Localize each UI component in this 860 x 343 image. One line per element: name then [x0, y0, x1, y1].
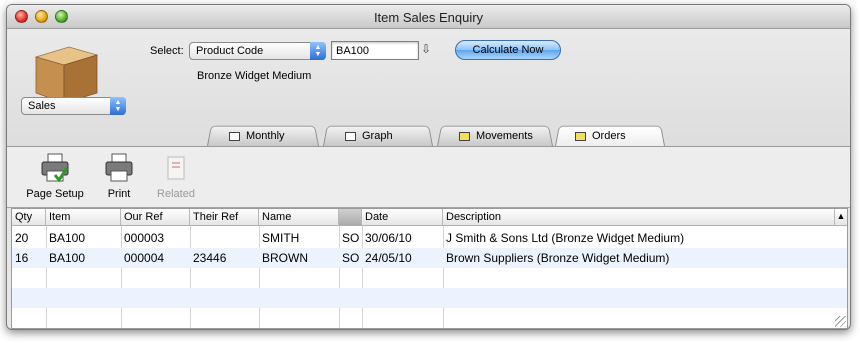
cell-qty: 16 — [15, 251, 29, 265]
item-description: Bronze Widget Medium — [197, 70, 312, 82]
table-row[interactable]: 20 BA100 000003 SMITH SO 30/06/10 J Smit… — [12, 228, 847, 248]
popup-arrows-icon: ▲ ▼ — [310, 42, 326, 60]
column-header-name[interactable]: Name — [259, 209, 339, 226]
product-code-field[interactable]: BA100 — [331, 41, 419, 60]
table-row[interactable]: 16 BA100 000004 23446 BROWN SO 24/05/10 … — [12, 248, 847, 268]
column-header-our-ref[interactable]: Our Ref — [121, 209, 190, 226]
lookup-arrow-icon[interactable]: ⇩ — [421, 42, 431, 56]
cell-date: 24/05/10 — [365, 251, 412, 265]
cell-our-ref: 000004 — [124, 251, 165, 265]
calendar-icon — [229, 131, 240, 141]
item-sales-enquiry-window: Item Sales Enquiry Select: Product Code … — [6, 4, 851, 330]
related-button[interactable]: Related — [152, 153, 200, 200]
table-row-empty — [12, 288, 847, 308]
tab-orders-label: Orders — [592, 130, 626, 142]
resize-grip-icon[interactable] — [835, 316, 846, 327]
page-setup-button[interactable]: Page Setup — [25, 153, 85, 200]
cell-name: SMITH — [262, 231, 300, 245]
cell-their-ref: 23446 — [193, 251, 227, 265]
column-header-type[interactable] — [339, 209, 362, 226]
related-label: Related — [157, 188, 195, 200]
orders-table[interactable]: Qty Item Our Ref Their Ref Name Date Des… — [11, 208, 848, 329]
cell-qty: 20 — [15, 231, 29, 245]
toolbar: Page Setup Print Related — [7, 146, 850, 208]
graph-icon — [345, 131, 356, 141]
column-header-item[interactable]: Item — [46, 209, 121, 226]
calculate-now-button[interactable]: Calculate Now — [455, 40, 561, 60]
scroll-up-arrow-icon[interactable]: ▲ — [834, 209, 847, 226]
table-header: Qty Item Our Ref Their Ref Name Date Des… — [12, 209, 847, 226]
cell-item: BA100 — [49, 251, 86, 265]
popup-arrows-icon: ▲ ▼ — [110, 97, 126, 115]
column-header-qty[interactable]: Qty — [12, 209, 46, 226]
table-row-empty — [12, 308, 847, 328]
select-label: Select: — [150, 45, 184, 57]
tab-graph-label: Graph — [362, 130, 393, 142]
cardboard-box-icon — [34, 46, 99, 104]
related-icon — [167, 156, 185, 180]
cell-our-ref: 000003 — [124, 231, 165, 245]
print-label: Print — [107, 188, 131, 200]
movements-icon — [459, 131, 470, 141]
window-title: Item Sales Enquiry — [373, 10, 484, 25]
orders-icon — [575, 131, 586, 141]
cell-name: BROWN — [262, 251, 308, 265]
tab-monthly-label: Monthly — [246, 130, 285, 142]
cell-date: 30/06/10 — [365, 231, 412, 245]
cell-type: SO — [342, 231, 360, 245]
mode-value: Sales — [28, 100, 56, 112]
cell-item: BA100 — [49, 231, 86, 245]
select-by-value: Product Code — [196, 45, 264, 57]
cell-their-ref — [190, 228, 259, 248]
table-row-empty — [12, 268, 847, 288]
cell-description: J Smith & Sons Ltd (Bronze Widget Medium… — [446, 231, 685, 245]
cell-type: SO — [342, 251, 360, 265]
column-header-description[interactable]: Description — [443, 209, 835, 226]
cell-description: Brown Suppliers (Bronze Widget Medium) — [446, 251, 670, 265]
column-header-their-ref[interactable]: Their Ref — [190, 209, 259, 226]
column-header-date[interactable]: Date — [362, 209, 443, 226]
printer-icon — [105, 153, 133, 182]
tab-bar: Monthly Graph Movements Orders — [7, 124, 850, 146]
print-button[interactable]: Print — [97, 153, 141, 200]
select-by-popup[interactable]: Product Code ▲ ▼ — [189, 42, 326, 60]
mode-popup[interactable]: Sales ▲ ▼ — [21, 97, 126, 115]
page-setup-printer-icon — [41, 153, 69, 183]
page-setup-label: Page Setup — [26, 188, 84, 200]
tab-movements-label: Movements — [476, 130, 533, 142]
title-bar[interactable]: Item Sales Enquiry — [7, 5, 850, 29]
